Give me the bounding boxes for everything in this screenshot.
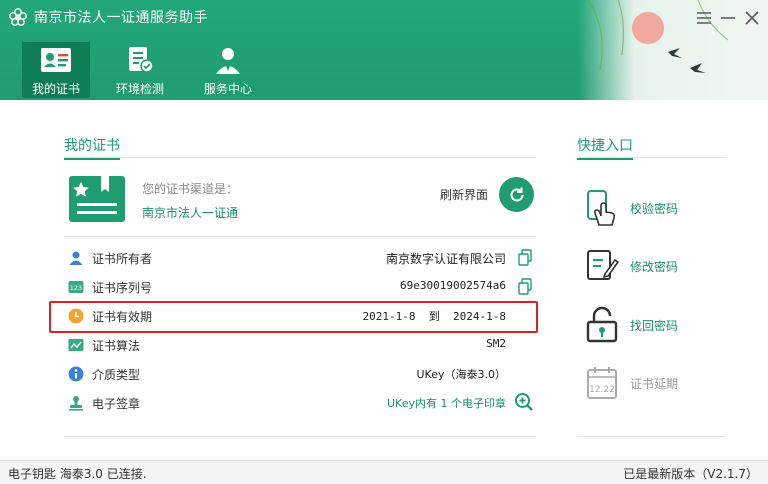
- serial-number-icon: 123: [68, 281, 84, 293]
- divider: [64, 236, 536, 237]
- checklist-icon: [129, 47, 154, 73]
- media-type-value: UKey（海泰3.0）: [416, 368, 507, 381]
- person-icon: [69, 251, 83, 265]
- stamp-icon: [69, 396, 83, 411]
- channel-value-link[interactable]: 南京市法人一证通: [142, 204, 238, 221]
- edit-note-icon: [587, 250, 619, 280]
- info-icon: [68, 366, 84, 382]
- nav-label: 服务中心: [203, 82, 252, 96]
- calendar-icon: 12.22: [587, 367, 617, 399]
- row-label: 证书算法: [92, 339, 141, 353]
- connection-status: 电子钥匙 海泰3.0 已连接.: [8, 467, 147, 481]
- owner-value: 南京数字认证有限公司: [385, 252, 506, 266]
- algorithm-icon: [68, 339, 84, 351]
- id-card-icon: [41, 48, 71, 72]
- refresh-icon: [510, 187, 523, 201]
- section-divider: [64, 157, 536, 158]
- svg-text:123: 123: [70, 284, 82, 292]
- app-header: 南京市法人一证通服务助手 我的证书 环境检测 服务中心: [0, 0, 768, 100]
- e-seal-value-link[interactable]: UKey内有 1 个电子印章: [387, 395, 506, 411]
- calendar-date-text: 12.22: [589, 385, 615, 395]
- title-row: 南京市法人一证通服务助手: [8, 6, 208, 28]
- quick-label: 找回密码: [630, 318, 679, 333]
- minimize-button[interactable]: [718, 8, 738, 28]
- refresh-button[interactable]: [499, 177, 534, 212]
- info-row-e-seal: 电子签章 UKey内有 1 个电子印章: [64, 389, 536, 417]
- status-bar: 电子钥匙 海泰3.0 已连接. 已是最新版本（V2.1.7）: [0, 460, 768, 484]
- quick-recover-password[interactable]: 找回密码: [584, 305, 724, 345]
- info-row-owner: 证书所有者 南京数字认证有限公司: [64, 244, 536, 272]
- row-label: 电子签章: [92, 397, 141, 411]
- close-icon: [745, 11, 759, 25]
- minimize-icon: [721, 17, 735, 19]
- menu-icon: [697, 12, 711, 24]
- divider: [64, 436, 536, 437]
- channel-label: 您的证书渠道是：: [142, 182, 239, 196]
- main-nav: 我的证书 环境检测 服务中心: [22, 42, 266, 98]
- info-row-media-type: 介质类型 UKey（海泰3.0）: [64, 360, 536, 388]
- app-title: 南京市法人一证通服务助手: [34, 10, 208, 26]
- row-label: 证书序列号: [92, 281, 153, 295]
- menu-button[interactable]: [694, 8, 714, 28]
- nav-label: 我的证书: [31, 82, 80, 96]
- quick-verify-password[interactable]: 校验密码: [584, 188, 724, 228]
- quick-extend-certificate[interactable]: 12.22 证书延期: [584, 363, 724, 403]
- tap-phone-icon: [587, 190, 616, 226]
- nav-environment-check[interactable]: 环境检测: [102, 42, 178, 98]
- zoom-in-icon[interactable]: [514, 392, 534, 412]
- quick-divider-bottom: [577, 436, 725, 437]
- unlock-icon: [586, 306, 618, 343]
- quick-label: 证书延期: [630, 376, 679, 391]
- copy-icon[interactable]: [518, 278, 532, 295]
- info-row-serial: 123 证书序列号 69e30019002574a6: [64, 273, 536, 301]
- nav-my-certificate[interactable]: 我的证书: [22, 42, 90, 98]
- nav-service-center[interactable]: 服务中心: [190, 42, 266, 98]
- close-button[interactable]: [742, 8, 762, 28]
- refresh-label: 刷新界面: [440, 188, 489, 202]
- quick-label: 校验密码: [630, 201, 679, 216]
- serial-value: 69e30019002574a6: [400, 279, 506, 292]
- window-controls: [694, 8, 762, 28]
- row-label: 介质类型: [92, 368, 141, 382]
- quick-divider: [577, 157, 725, 158]
- certificate-badge-icon: [69, 176, 125, 222]
- nav-label: 环境检测: [115, 82, 164, 96]
- quick-change-password[interactable]: 修改密码: [584, 246, 724, 286]
- info-row-algorithm: 证书算法 SM2: [64, 331, 536, 359]
- service-person-icon: [216, 48, 240, 74]
- validity-highlight-box: [49, 301, 538, 333]
- quick-label: 修改密码: [630, 259, 679, 274]
- copy-icon[interactable]: [518, 249, 532, 266]
- version-status: 已是最新版本（V2.1.7）: [623, 467, 758, 481]
- row-label: 证书所有者: [92, 252, 153, 266]
- app-logo-icon: [9, 8, 27, 26]
- algorithm-value: SM2: [486, 337, 506, 350]
